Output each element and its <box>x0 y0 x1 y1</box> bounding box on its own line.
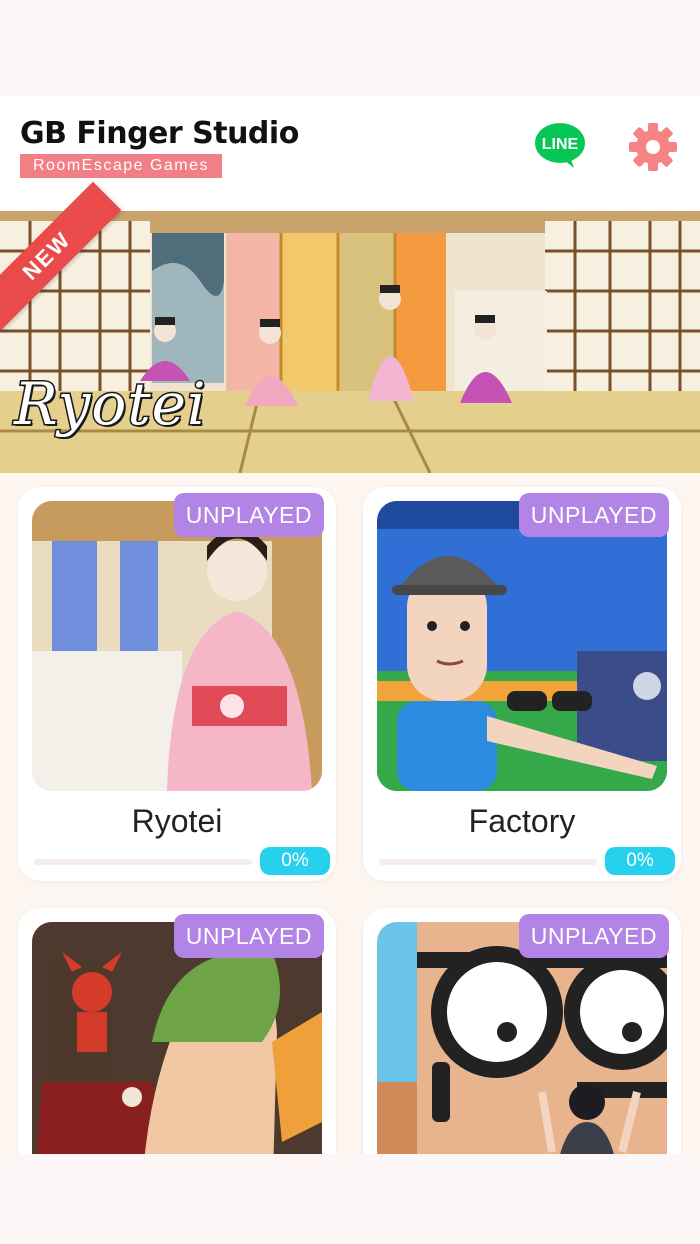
game-thumbnail <box>377 501 667 791</box>
status-badge: UNPLAYED <box>173 493 324 537</box>
status-badge: UNPLAYED <box>173 914 324 958</box>
status-badge: UNPLAYED <box>518 914 669 958</box>
line-label: LINE <box>542 136 579 153</box>
status-bar-area <box>0 0 700 96</box>
game-card-factory[interactable]: UNPLAYED Factory 0% <box>363 487 681 881</box>
settings-button[interactable] <box>628 122 678 172</box>
progress-percent: 0% <box>260 847 330 875</box>
game-thumbnail <box>32 501 322 791</box>
game-card-ryotei[interactable]: UNPLAYED Ryotei 0% <box>18 487 336 881</box>
game-name: Ryotei <box>131 803 223 839</box>
status-badge: UNPLAYED <box>518 493 669 537</box>
bottom-bar-area <box>0 1154 700 1244</box>
gear-icon <box>629 123 677 171</box>
banner-title: Ryotei <box>13 369 208 440</box>
game-card-3[interactable]: UNPLAYED <box>18 908 336 1154</box>
game-name: Factory <box>468 803 576 839</box>
line-chat-icon: LINE <box>535 123 585 168</box>
line-button[interactable]: LINE <box>534 122 586 170</box>
games-grid: UNPLAYED Ryotei 0% UNPLAYED Factory 0% U… <box>0 473 700 1154</box>
progress-bar <box>379 859 597 865</box>
progress-bar <box>34 859 252 865</box>
game-card-4[interactable]: UNPLAYED <box>363 908 681 1154</box>
app-title: GB Finger Studio <box>20 116 299 151</box>
app-subtitle: RoomEscape Games <box>20 154 222 178</box>
progress-percent: 0% <box>605 847 675 875</box>
